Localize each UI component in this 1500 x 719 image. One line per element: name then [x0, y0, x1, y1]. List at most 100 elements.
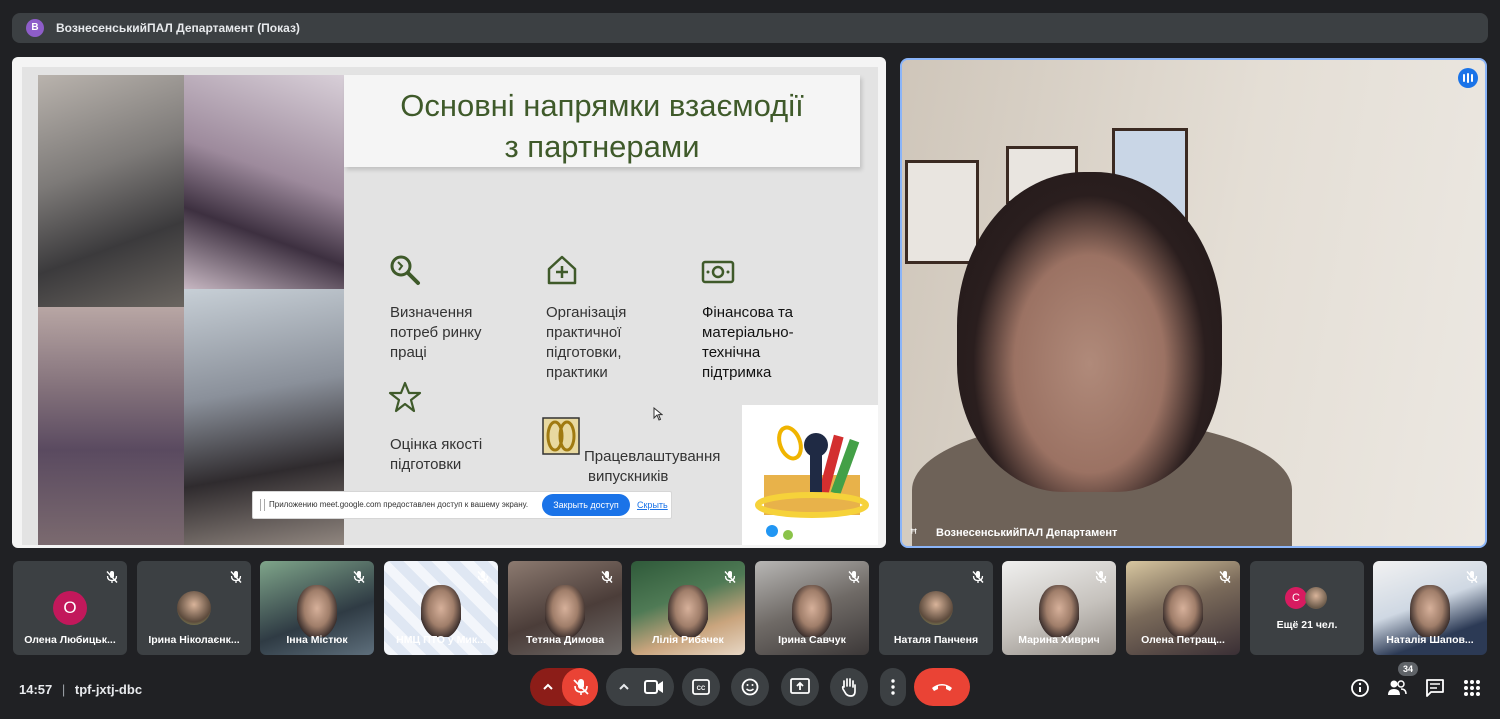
hang-up-icon	[932, 684, 952, 691]
chevron-up-icon[interactable]	[542, 682, 554, 692]
participant-name: Інна Містюк	[286, 634, 348, 646]
participant-video	[668, 585, 708, 637]
participant-tile[interactable]: Тетяна Димова	[508, 561, 622, 655]
activities-grid-icon[interactable]	[1462, 678, 1482, 698]
mic-off-button[interactable]	[562, 668, 598, 706]
house-plus-icon	[547, 255, 577, 285]
screen-share-notice: Приложению meet.google.com предоставлен …	[252, 491, 672, 519]
wall-certificate	[905, 160, 979, 264]
search-icon	[390, 255, 420, 285]
participant-tile[interactable]: Олена Петращ...	[1126, 561, 1240, 655]
people-count-badge: 34	[1398, 662, 1418, 676]
participant-tile[interactable]: Інна Містюк	[260, 561, 374, 655]
mic-control[interactable]	[530, 668, 598, 706]
participant-video	[792, 585, 832, 637]
mic-off-icon	[230, 571, 242, 583]
speaking-indicator-icon	[1458, 68, 1478, 88]
participant-name: Ірина Ніколаєнк...	[148, 634, 240, 646]
camera-control[interactable]	[606, 668, 674, 706]
participant-video	[545, 585, 585, 637]
participant-name: Наталія Шапов...	[1386, 634, 1474, 646]
participant-tile[interactable]: Наталя Панченя	[879, 561, 993, 655]
participant-name: Ірина Савчук	[778, 634, 846, 646]
mic-off-icon	[601, 571, 613, 583]
more-options-button[interactable]	[880, 668, 906, 706]
participant-name: Олена Петращ...	[1141, 634, 1225, 646]
reactions-button[interactable]	[731, 668, 769, 706]
slide-item-text: Фінансова та матеріально-технічна підтримк…	[702, 304, 794, 381]
meeting-time-code: 14:57 | tpf-jxtj-dbc	[19, 682, 143, 697]
star-icon	[388, 381, 422, 413]
participant-name: Тетяна Димова	[525, 634, 605, 646]
captions-button[interactable]: CC	[682, 668, 720, 706]
money-icon	[701, 260, 735, 284]
info-icon[interactable]	[1350, 678, 1370, 698]
participant-tile[interactable]: Ірина Ніколаєнк...	[137, 561, 251, 655]
captions-icon: CC	[692, 679, 710, 695]
active-speaker-tile[interactable]: ꟸ ВознесенськийПАЛ Департамент	[900, 58, 1487, 548]
participant-video	[1039, 585, 1079, 637]
leave-call-button[interactable]	[914, 668, 970, 706]
speaker-face	[957, 172, 1222, 492]
participant-avatar	[919, 591, 953, 625]
raise-hand-button[interactable]	[830, 668, 868, 706]
mic-off-icon	[353, 571, 365, 583]
chat-icon[interactable]	[1425, 678, 1445, 698]
mic-off-icon	[1219, 571, 1231, 583]
participant-video	[1163, 585, 1203, 637]
participant-tile[interactable]: О Олена Любицьк...	[13, 561, 127, 655]
emoji-icon	[741, 678, 759, 696]
participant-video	[297, 585, 337, 637]
slide-item-text: Організація практичної підготовки, практики	[546, 304, 627, 381]
mic-off-icon	[573, 679, 589, 695]
participant-tile[interactable]: Марина Хиврич	[1002, 561, 1116, 655]
svg-text:CC: CC	[697, 686, 706, 692]
stop-sharing-button[interactable]: Закрыть доступ	[542, 494, 630, 516]
participant-tile[interactable]: НМЦ ПТО у Мик...	[384, 561, 498, 655]
chevron-up-icon[interactable]	[618, 682, 630, 692]
participant-tile[interactable]: С Ещё 21 чел.	[1250, 561, 1364, 655]
presenter-avatar: В	[26, 19, 44, 37]
clock-time: 14:57	[19, 682, 53, 697]
participant-avatar	[1305, 587, 1327, 609]
slide-item-text: Оцінка якості підготовки	[390, 436, 483, 473]
sewing-kit-image	[742, 405, 878, 545]
hand-icon	[841, 678, 856, 697]
present-button[interactable]	[781, 668, 819, 706]
camera-icon	[644, 680, 663, 694]
slide-item-text: Працевлаштування випускників	[584, 448, 721, 485]
participant-avatar: С	[1285, 587, 1307, 609]
participant-name: НМЦ ПТО у Мик...	[396, 634, 486, 646]
presentation-header: В ВознесенськийПАЛ Департамент (Показ)	[12, 13, 1488, 43]
people-icon[interactable]	[1387, 678, 1407, 698]
participant-tile[interactable]: Ірина Савчук	[755, 561, 869, 655]
slide-title: Основні напрямки взаємодії	[400, 88, 804, 123]
share-notice-text: Приложению meet.google.com предоставлен …	[269, 500, 529, 509]
participant-video	[1410, 585, 1450, 637]
slide-item-text: Визначення потреб ринку праці	[390, 304, 482, 361]
more-vert-icon	[891, 679, 895, 695]
participant-tile[interactable]: Наталія Шапов...	[1373, 561, 1487, 655]
speaker-name: ВознесенськийПАЛ Департамент	[936, 527, 1118, 539]
present-screen-icon	[790, 678, 810, 694]
workshop-photo	[38, 307, 184, 545]
mic-off-icon	[848, 571, 860, 583]
slide: Основні напрямки взаємодії з партнерами …	[22, 67, 878, 545]
workshop-photo	[184, 75, 344, 289]
mic-off-icon	[477, 571, 489, 583]
meeting-code: tpf-jxtj-dbc	[74, 682, 143, 697]
participant-tile[interactable]: Лілія Рибачек	[631, 561, 745, 655]
participant-name: Олена Любицьк...	[24, 634, 116, 646]
slide-title: з партнерами	[504, 129, 700, 164]
participant-name: Марина Хиврич	[1018, 634, 1100, 646]
hide-notice-link[interactable]: Скрыть	[637, 500, 668, 510]
participant-avatar: О	[53, 591, 87, 625]
participant-name: Ещё 21 чел.	[1276, 619, 1338, 631]
pin-icon[interactable]: ꟸ	[910, 526, 918, 542]
mic-off-icon	[1466, 571, 1478, 583]
shared-screen-tile[interactable]: Основні напрямки взаємодії з партнерами …	[12, 57, 886, 548]
mic-off-icon	[972, 571, 984, 583]
participant-avatar	[177, 591, 211, 625]
participant-name: Лілія Рибачек	[652, 634, 724, 646]
drag-handle[interactable]	[260, 499, 265, 511]
